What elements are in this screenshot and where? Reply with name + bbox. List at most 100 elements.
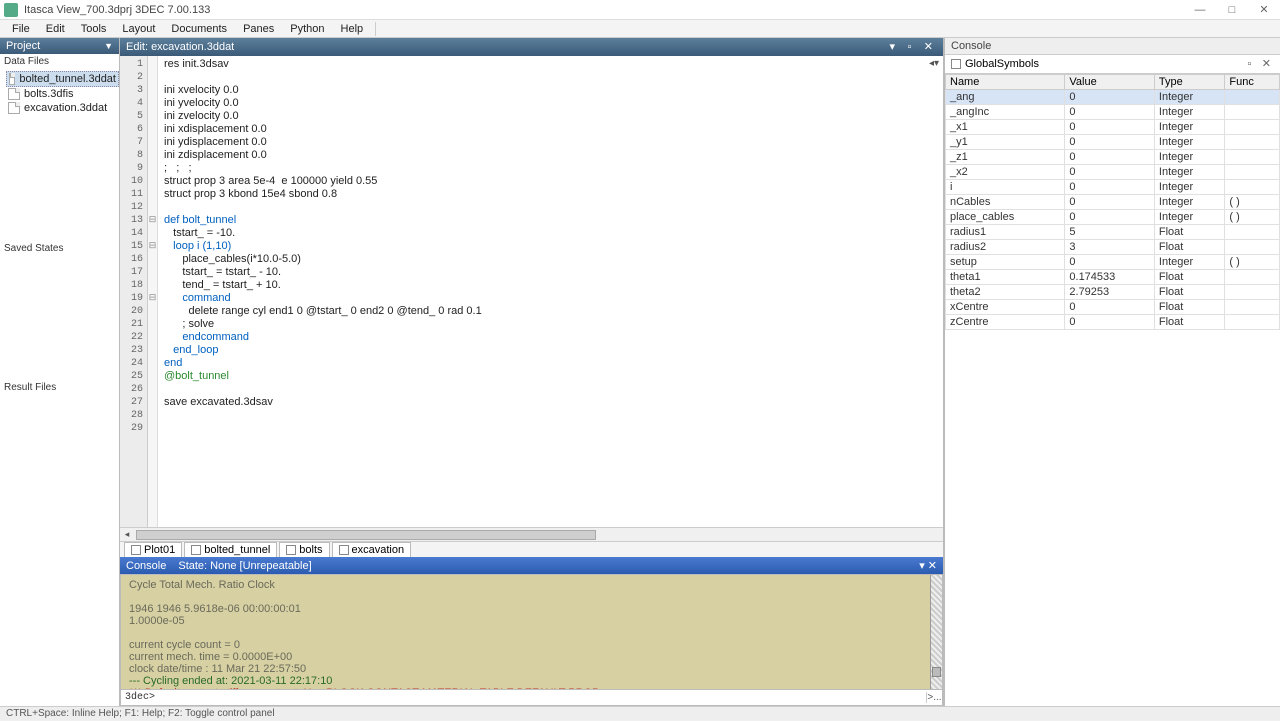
col-type[interactable]: Type	[1154, 75, 1225, 90]
chevron-down-icon[interactable]: ▼	[104, 41, 113, 51]
tab-label: bolts	[299, 544, 322, 556]
menu-layout[interactable]: Layout	[114, 23, 163, 35]
file-icon	[339, 545, 349, 555]
tab-label: bolted_tunnel	[204, 544, 270, 556]
window-title: Itasca View_700.3dprj 3DEC 7.00.133	[24, 4, 1188, 16]
console-input[interactable]	[159, 692, 926, 703]
col-value[interactable]: Value	[1065, 75, 1155, 90]
right-panel-header: Console	[945, 38, 1280, 55]
col-func[interactable]: Func	[1225, 75, 1280, 90]
menu-edit[interactable]: Edit	[38, 23, 73, 35]
tab-bolts[interactable]: bolts	[279, 542, 329, 557]
result-files-label: Result Files	[0, 380, 119, 395]
file-icon	[8, 88, 20, 100]
table-row[interactable]: _x20Integer	[946, 165, 1280, 180]
titlebar: Itasca View_700.3dprj 3DEC 7.00.133 — □ …	[0, 0, 1280, 20]
scroll-thumb[interactable]	[136, 530, 596, 540]
file-icon	[8, 102, 20, 114]
file-label: excavation.3ddat	[24, 102, 107, 114]
table-row[interactable]: setup0Integer( )	[946, 255, 1280, 270]
doc-restore-button[interactable]: ▫	[902, 42, 917, 54]
doc-close-button[interactable]: ✕	[920, 42, 937, 54]
scroll-thumb[interactable]	[932, 667, 941, 677]
menu-separator	[375, 22, 376, 36]
table-row[interactable]: _ang0Integer	[946, 90, 1280, 105]
console-min-button[interactable]: ▾	[919, 560, 925, 572]
col-name[interactable]: Name	[946, 75, 1065, 90]
tab-bolted-tunnel[interactable]: bolted_tunnel	[184, 542, 277, 557]
editor[interactable]: ◂▾ 1 2 3 4 5 6 7 8 9 10 11 12 13 14 15 1…	[120, 56, 943, 527]
right-panel: Console GlobalSymbols ▫ ✕ Name Value Typ…	[944, 38, 1280, 706]
right-panel-controls: ▫ ✕	[1243, 57, 1274, 71]
project-header[interactable]: Project ▼	[0, 38, 119, 54]
tab-label: excavation	[352, 544, 405, 556]
table-row[interactable]: radius15Float	[946, 225, 1280, 240]
project-header-label: Project	[6, 40, 40, 52]
console-controls: ▾ ✕	[919, 559, 937, 572]
minimize-button[interactable]: —	[1188, 3, 1212, 17]
table-row[interactable]: i0Integer	[946, 180, 1280, 195]
window-controls: — □ ✕	[1188, 3, 1276, 17]
doc-min-button[interactable]: ▾	[886, 42, 900, 54]
panel-close-button[interactable]: ✕	[1259, 59, 1274, 71]
table-row[interactable]: _z10Integer	[946, 150, 1280, 165]
file-item-bolted-tunnel[interactable]: bolted_tunnel.3ddat	[6, 71, 119, 87]
table-row[interactable]: theta10.174533Float	[946, 270, 1280, 285]
table-row[interactable]: xCentre0Float	[946, 300, 1280, 315]
symbols-table[interactable]: Name Value Type Func _ang0Integer_angInc…	[945, 74, 1280, 706]
tab-label: Plot01	[144, 544, 175, 556]
tab-excavation[interactable]: excavation	[332, 542, 412, 557]
document-tabs: Plot01 bolted_tunnel bolts excavation	[120, 541, 943, 557]
table-row[interactable]: nCables0Integer( )	[946, 195, 1280, 210]
scroll-left-icon[interactable]: ◂	[120, 529, 134, 540]
line-gutter: 1 2 3 4 5 6 7 8 9 10 11 12 13 14 15 16 1…	[120, 56, 148, 527]
console-submit-button[interactable]: >...	[926, 692, 942, 703]
document-controls: ▾ ▫ ✕	[886, 40, 937, 54]
menu-python[interactable]: Python	[282, 23, 332, 35]
console-close-button[interactable]: ✕	[928, 560, 937, 572]
table-row[interactable]: _y10Integer	[946, 135, 1280, 150]
menubar: File Edit Tools Layout Documents Panes P…	[0, 20, 1280, 38]
table-row[interactable]: radius23Float	[946, 240, 1280, 255]
menu-help[interactable]: Help	[333, 23, 372, 35]
menu-tools[interactable]: Tools	[73, 23, 115, 35]
data-files-label: Data Files	[0, 54, 119, 69]
menu-documents[interactable]: Documents	[163, 23, 235, 35]
workarea: Project ▼ Data Files bolted_tunnel.3ddat…	[0, 38, 1280, 706]
table-icon	[951, 59, 961, 69]
console-title: Console	[126, 560, 166, 572]
menu-file[interactable]: File	[4, 23, 38, 35]
globals-tab-header: GlobalSymbols ▫ ✕	[945, 55, 1280, 74]
editor-hscrollbar[interactable]: ◂	[120, 527, 943, 541]
table-row[interactable]: place_cables0Integer( )	[946, 210, 1280, 225]
table-row[interactable]: zCentre0Float	[946, 315, 1280, 330]
console-prompt: 3dec>	[121, 692, 159, 703]
plot-icon	[131, 545, 141, 555]
menu-panes[interactable]: Panes	[235, 23, 282, 35]
statusbar: CTRL+Space: Inline Help; F1: Help; F2: T…	[0, 706, 1280, 720]
nav-arrow-icon[interactable]: ◂▾	[929, 58, 939, 69]
file-item-excavation[interactable]: excavation.3ddat	[6, 101, 119, 115]
console-input-row: 3dec> >...	[120, 690, 943, 706]
console-vscrollbar[interactable]	[930, 575, 942, 689]
console-panel: Console State: None [Unrepeatable] ▾ ✕ C…	[120, 557, 943, 706]
file-icon	[286, 545, 296, 555]
file-label: bolted_tunnel.3ddat	[19, 73, 116, 85]
panel-restore-button[interactable]: ▫	[1243, 59, 1256, 71]
document-header: Edit: excavation.3ddat ▾ ▫ ✕	[120, 38, 943, 56]
globals-tab-label[interactable]: GlobalSymbols	[965, 58, 1039, 70]
code-area[interactable]: res init.3dsav ini xvelocity 0.0ini yvel…	[158, 56, 943, 527]
console-output[interactable]: Cycle Total Mech. Ratio Clock 1946 1946 …	[120, 574, 943, 690]
saved-states-label: Saved States	[0, 241, 119, 256]
table-row[interactable]: theta22.79253Float	[946, 285, 1280, 300]
maximize-button[interactable]: □	[1220, 3, 1244, 17]
fold-strip[interactable]: ⊟ ⊟ ⊟	[148, 56, 158, 527]
close-button[interactable]: ✕	[1252, 3, 1276, 17]
center-panel: Edit: excavation.3ddat ▾ ▫ ✕ ◂▾ 1 2 3 4 …	[120, 38, 944, 706]
table-row[interactable]: _angInc0Integer	[946, 105, 1280, 120]
table-row[interactable]: _x10Integer	[946, 120, 1280, 135]
tab-plot01[interactable]: Plot01	[124, 542, 182, 557]
app-icon	[4, 3, 18, 17]
file-icon	[191, 545, 201, 555]
file-item-bolts[interactable]: bolts.3dfis	[6, 87, 119, 101]
